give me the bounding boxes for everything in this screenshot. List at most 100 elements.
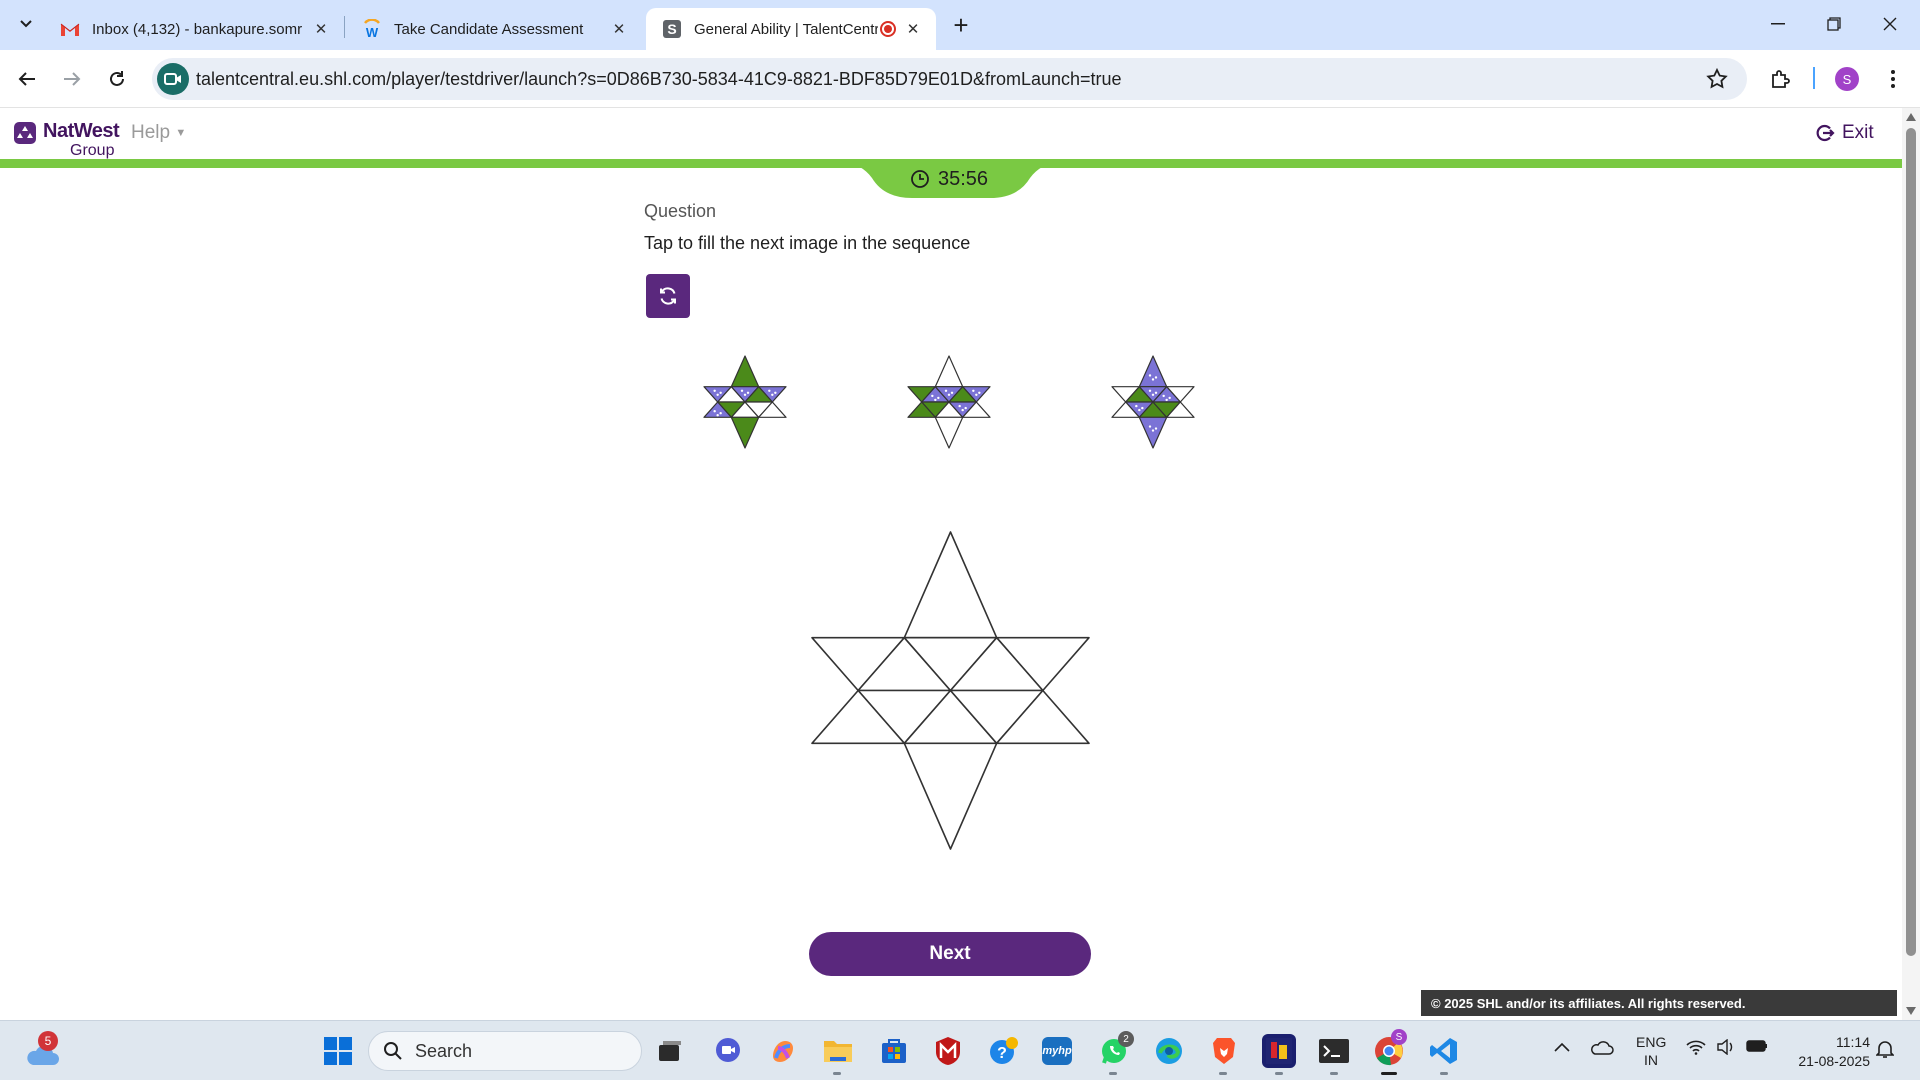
close-icon[interactable]: ✕	[312, 20, 330, 38]
dot-pattern	[743, 393, 747, 396]
vscode-icon[interactable]	[1427, 1034, 1461, 1068]
restore-icon	[1827, 17, 1841, 31]
dot-pattern	[1165, 398, 1168, 402]
forward-button[interactable]	[57, 64, 87, 94]
dot-pattern	[1148, 389, 1152, 392]
tab-gmail[interactable]: Inbox (4,132) - bankapure.somr ✕	[44, 8, 344, 50]
clock-date: 21-08-2025	[1798, 1053, 1870, 1069]
triangle-bottom-point[interactable]	[903, 742, 998, 850]
bookmark-star-icon[interactable]	[1705, 67, 1729, 91]
page-scrollbar[interactable]	[1902, 108, 1920, 1020]
reload-icon	[110, 71, 124, 86]
tab-title: Inbox (4,132) - bankapure.somr	[92, 20, 302, 38]
dot-pattern	[716, 414, 719, 417]
battery-icon[interactable]	[1746, 1039, 1768, 1058]
close-icon[interactable]: ✕	[610, 20, 628, 38]
app-launcher-icon[interactable]	[1262, 1034, 1296, 1068]
exit-button[interactable]: Exit	[1815, 122, 1874, 144]
language-code: ENG	[1636, 1034, 1667, 1050]
site-info-icon[interactable]	[157, 63, 189, 95]
dot-pattern	[716, 393, 719, 396]
chrome-profile-badge: S	[1391, 1029, 1407, 1045]
restore-button[interactable]	[1812, 8, 1856, 40]
whatsapp-badge: 2	[1118, 1031, 1134, 1047]
get-help-icon[interactable]: ?	[986, 1034, 1020, 1068]
dot-pattern	[1154, 391, 1158, 394]
tab-strip: Inbox (4,132) - bankapure.somr ✕ W Take …	[0, 0, 1920, 50]
gmail-icon	[60, 19, 80, 39]
tab-search-button[interactable]	[12, 10, 40, 38]
notifications-icon[interactable]	[1875, 1039, 1895, 1064]
running-indicator	[1440, 1072, 1448, 1075]
help-menu[interactable]: Help ▼	[131, 122, 186, 144]
puzzle-piece-icon	[1772, 70, 1790, 88]
copyright-notice: © 2025 SHL and/or its affiliates. All ri…	[1421, 990, 1897, 1016]
start-button[interactable]	[321, 1034, 355, 1068]
taskbar-search[interactable]: Search	[368, 1031, 642, 1071]
url-text[interactable]: talentcentral.eu.shl.com/player/testdriv…	[196, 69, 1122, 90]
svg-text:W: W	[366, 25, 379, 39]
dot-pattern	[1151, 429, 1155, 432]
mcafee-icon[interactable]	[931, 1034, 965, 1068]
new-tab-button[interactable]: +	[946, 10, 976, 40]
tab-separator	[344, 16, 345, 38]
edge-icon[interactable]	[1152, 1034, 1186, 1068]
microsoft-store-icon[interactable]	[877, 1034, 911, 1068]
close-window-button[interactable]	[1868, 8, 1912, 40]
tab-general-ability[interactable]: S General Ability | TalentCentr ✕	[646, 8, 936, 50]
dot-pattern	[934, 398, 937, 402]
back-button[interactable]	[12, 64, 42, 94]
address-bar[interactable]: talentcentral.eu.shl.com/player/testdriv…	[152, 58, 1747, 100]
volume-icon[interactable]	[1716, 1038, 1736, 1060]
avatar: S	[1835, 67, 1859, 91]
close-icon[interactable]: ✕	[904, 20, 922, 38]
extensions-button[interactable]	[1766, 64, 1796, 94]
show-hidden-icons[interactable]	[1554, 1039, 1570, 1057]
scrollbar-thumb[interactable]	[1906, 128, 1916, 956]
language-indicator[interactable]: ENG IN	[1636, 1033, 1666, 1069]
wifi-icon[interactable]	[1686, 1039, 1706, 1060]
triangle-top-point[interactable]	[903, 531, 998, 639]
dot-pattern	[972, 389, 975, 392]
exit-icon	[1816, 124, 1835, 142]
reload-button[interactable]	[102, 64, 132, 94]
next-button[interactable]: Next	[809, 932, 1091, 976]
tab-workday[interactable]: W Take Candidate Assessment ✕	[346, 8, 642, 50]
myhp-icon[interactable]: myhp	[1042, 1037, 1072, 1065]
dot-pattern	[719, 412, 722, 415]
reset-button[interactable]	[646, 274, 690, 318]
dot-pattern	[947, 393, 951, 396]
brave-icon[interactable]	[1207, 1034, 1241, 1068]
timer-value: 35:56	[938, 167, 989, 190]
clock[interactable]: 11:14 21-08-2025	[1780, 1033, 1870, 1071]
clock-time: 11:14	[1836, 1034, 1870, 1050]
copilot-icon[interactable]	[766, 1034, 800, 1068]
svg-text:?: ?	[997, 1045, 1007, 1062]
brand-sub: Group	[70, 142, 115, 159]
app-header: NatWest Group Help ▼ Exit	[0, 108, 1902, 160]
meet-icon[interactable]	[711, 1034, 745, 1068]
dot-pattern	[713, 389, 716, 392]
profile-button[interactable]: S	[1832, 64, 1862, 94]
file-explorer-icon[interactable]	[821, 1034, 855, 1068]
chevron-down-icon	[20, 20, 32, 28]
triangle-top-point	[934, 355, 964, 388]
task-view-icon[interactable]	[653, 1034, 687, 1068]
onedrive-icon[interactable]	[1590, 1038, 1614, 1063]
search-placeholder: Search	[415, 1040, 473, 1061]
dot-pattern	[1162, 394, 1165, 398]
answer-star[interactable]	[808, 528, 1093, 853]
dot-pattern	[1138, 408, 1141, 412]
scroll-down-arrow-icon[interactable]	[1906, 1007, 1916, 1015]
running-indicator	[1330, 1072, 1338, 1075]
triangle-bottom-point	[730, 416, 760, 449]
browser-menu-button[interactable]	[1878, 64, 1908, 94]
running-indicator	[833, 1072, 841, 1075]
toolbar-divider	[1813, 67, 1815, 89]
help-label: Help	[131, 122, 171, 143]
minimize-button[interactable]	[1756, 8, 1800, 40]
running-indicator	[1219, 1072, 1227, 1075]
terminal-icon[interactable]	[1317, 1034, 1351, 1068]
scroll-up-arrow-icon[interactable]	[1906, 113, 1916, 121]
dot-pattern	[719, 391, 722, 394]
